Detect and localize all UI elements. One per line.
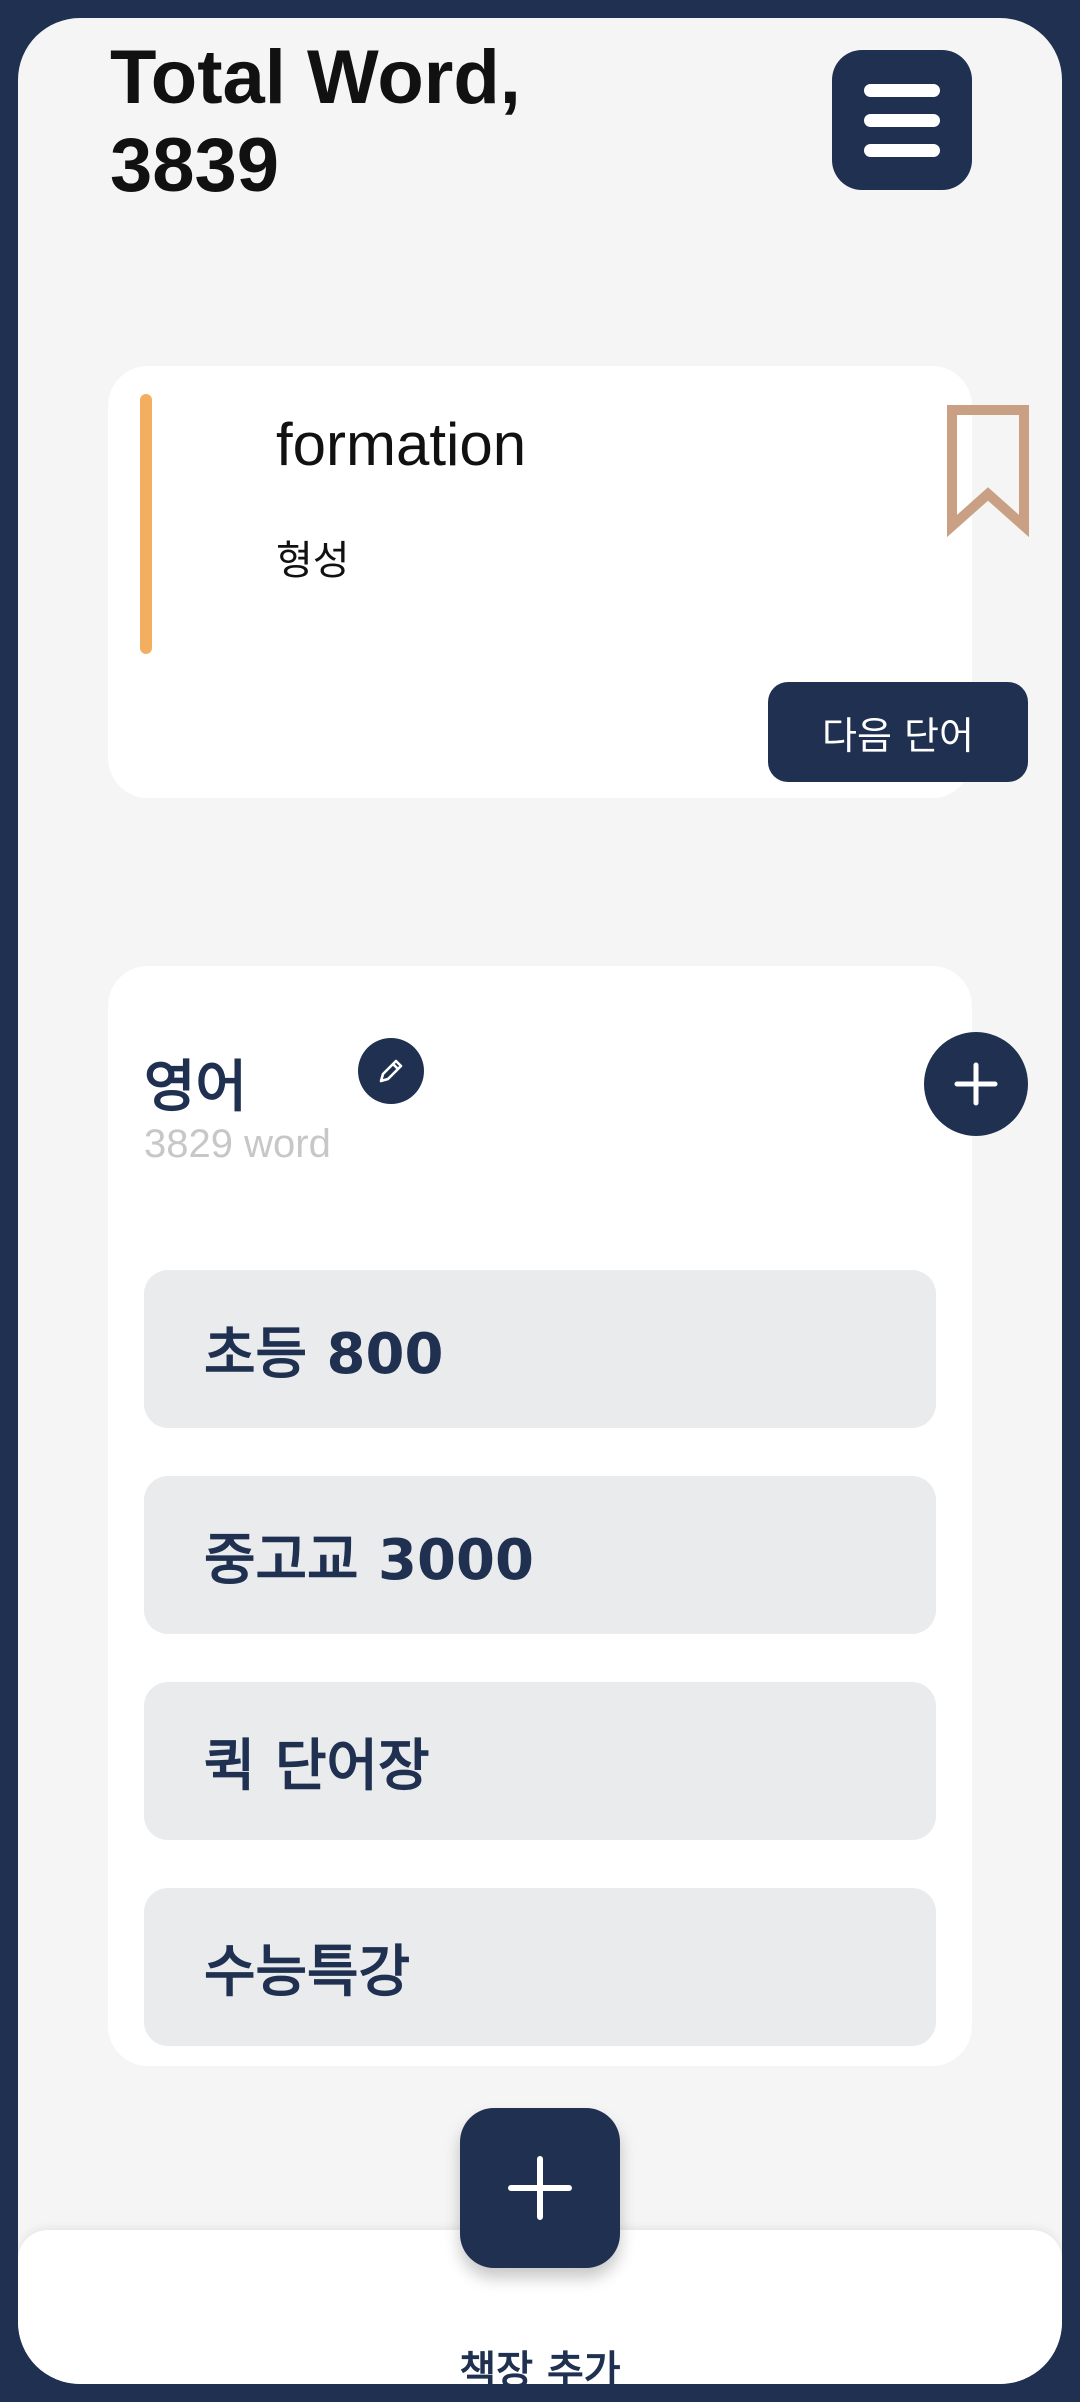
wordbook-title: 영어 [144, 1055, 248, 1120]
next-word-button[interactable]: 다음 단어 [768, 682, 1028, 782]
pencil-icon [379, 1059, 403, 1083]
chapter-item[interactable]: 수능특강 [144, 1888, 936, 2046]
add-bookshelf-label: 책장 추가 [459, 2348, 621, 2384]
app-screen: Total Word, 3839 formation 형성 다음 단어 영어 3… [18, 18, 1062, 2384]
chapter-item[interactable]: 초등 800 [144, 1270, 936, 1428]
chapter-item[interactable]: 퀵 단어장 [144, 1682, 936, 1840]
word-card: formation 형성 다음 단어 [108, 366, 1029, 798]
title-line-1: Total Word, [110, 35, 521, 120]
hamburger-menu-icon [864, 83, 940, 97]
edit-wordbook-button[interactable] [358, 1038, 424, 1104]
title-line-2: 3839 [110, 123, 280, 208]
add-bookshelf-button[interactable] [460, 2108, 620, 2268]
chapter-item[interactable]: 중고교 3000 [144, 1476, 936, 1634]
menu-button[interactable] [832, 50, 972, 190]
word-text: formation [276, 411, 527, 478]
word-meaning: 형성 [276, 538, 350, 584]
wordbook-count: 3829 word [144, 1122, 331, 1166]
bookmark-icon[interactable] [946, 404, 1030, 538]
plus-icon [954, 1062, 998, 1106]
wordbook-card: 영어 3829 word 초등 800 중고교 3000 퀵 단어장 수능특강 [108, 966, 1028, 2066]
page-title: Total Word, 3839 [110, 34, 521, 210]
plus-icon [508, 2156, 572, 2220]
add-chapter-button[interactable] [924, 1032, 1028, 1136]
accent-bar [140, 394, 152, 654]
